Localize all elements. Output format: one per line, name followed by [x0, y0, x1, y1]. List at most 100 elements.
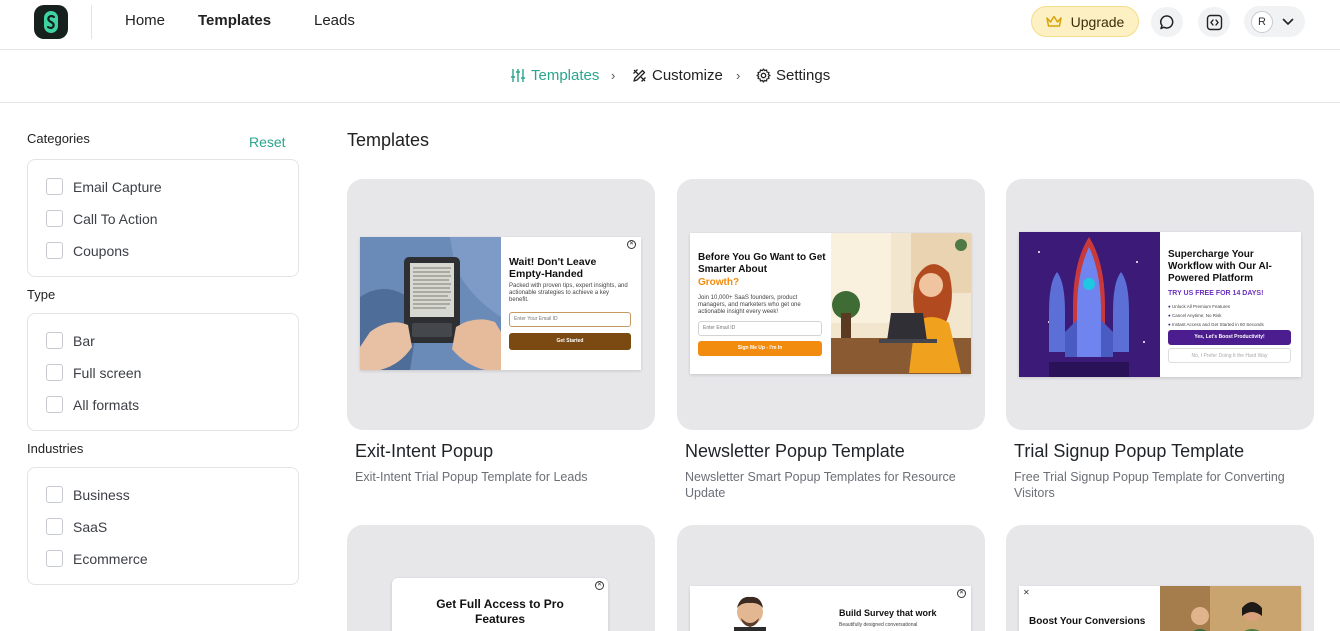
filter-label: Ecommerce	[73, 550, 148, 567]
step-breadcrumb: Templates › Customize › Settings	[0, 50, 1340, 103]
upgrade-button[interactable]: Upgrade	[1031, 6, 1139, 37]
preview-bullet: ● Cancel Anytime, No Risk	[1168, 313, 1222, 318]
checkbox[interactable]	[46, 518, 63, 535]
checkbox[interactable]	[46, 396, 63, 413]
chat-bubble-icon	[1159, 14, 1173, 29]
template-card[interactable]: Before You Go Want to Get Smarter About …	[677, 179, 985, 509]
template-preview[interactable]: ✕ Build Survey that work Beautifully des…	[677, 525, 985, 631]
reset-filters-link[interactable]: Reset	[249, 134, 286, 150]
template-card[interactable]: ✕ Get Full Access to Pro Features	[347, 525, 655, 631]
preview-heading: Boost Your Conversions	[1029, 616, 1146, 627]
template-card[interactable]: ✕ Boost Your Conversions	[1006, 525, 1314, 631]
filter-saas[interactable]: SaaS	[46, 518, 107, 535]
close-icon: ✕	[957, 589, 966, 598]
nav-divider	[91, 5, 92, 39]
checkbox[interactable]	[46, 210, 63, 227]
template-description: Newsletter Smart Popup Templates for Res…	[685, 470, 956, 500]
embed-code-button[interactable]	[1198, 7, 1230, 37]
close-icon: ✕	[595, 581, 604, 590]
exit-popup-preview: ✕ Wait! Don't Leave Empty-Handed Packed …	[360, 237, 641, 370]
preview-decline-button: No, I Prefer Doing It the Hard Way	[1168, 348, 1291, 363]
filter-label: Bar	[73, 332, 95, 349]
preview-heading: Supercharge Your Workflow with Our AI-Po…	[1168, 249, 1272, 284]
survey-popup-preview: ✕ Build Survey that work Beautifully des…	[690, 586, 971, 631]
logo-icon	[44, 11, 58, 33]
chevron-right-icon: ›	[611, 68, 616, 83]
step-customize[interactable]: Customize	[632, 67, 723, 84]
template-card[interactable]: Supercharge Your Workflow with Our AI-Po…	[1006, 179, 1314, 509]
preview-heading: Before You Go Want to Get Smarter About	[698, 252, 826, 275]
categories-heading: Categories	[27, 131, 90, 146]
template-preview[interactable]: Supercharge Your Workflow with Our AI-Po…	[1006, 179, 1314, 430]
filter-coupons[interactable]: Coupons	[46, 242, 129, 259]
checkbox[interactable]	[46, 486, 63, 503]
preview-bullets: ● Unlock All Premium Features ● Cancel A…	[1168, 302, 1296, 329]
preview-highlight: Growth?	[698, 277, 740, 288]
template-description: Exit-Intent Trial Popup Template for Lea…	[355, 470, 588, 484]
checkbox[interactable]	[46, 178, 63, 195]
template-card[interactable]: ✕ Wait! Don't Leave Empty-Handed Packed …	[347, 179, 655, 509]
type-filter-box: Bar Full screen All formats	[27, 313, 299, 431]
preview-bullet: ● Instant Access and Get Started in 60 S…	[1168, 322, 1264, 327]
top-navbar: Home Templates Leads Upgrade R	[0, 0, 1340, 50]
step-settings[interactable]: Settings	[756, 67, 830, 84]
upgrade-label: Upgrade	[1070, 13, 1125, 30]
industries-filter-box: Business SaaS Ecommerce	[27, 467, 299, 585]
template-description: Free Trial Signup Popup Template for Con…	[1014, 470, 1285, 500]
step-customize-label: Customize	[652, 67, 723, 84]
crown-icon	[1045, 15, 1062, 27]
checkbox[interactable]	[46, 332, 63, 349]
template-title[interactable]: Trial Signup Popup Template	[1014, 441, 1244, 462]
checkbox[interactable]	[46, 364, 63, 381]
chevron-right-icon: ›	[736, 68, 741, 83]
template-card[interactable]: ✕ Build Survey that work Beautifully des…	[677, 525, 985, 631]
ereader-hands-image	[360, 237, 501, 370]
close-icon: ✕	[1023, 588, 1030, 597]
avatar: R	[1251, 10, 1273, 33]
code-icon	[1206, 14, 1222, 30]
filter-all-formats[interactable]: All formats	[46, 396, 139, 413]
filter-bar[interactable]: Bar	[46, 332, 95, 349]
preview-signup-button: Sign Me Up - I'm In	[698, 341, 822, 356]
preview-text: Packed with proven tips, expert insights…	[509, 283, 628, 303]
step-templates-label: Templates	[531, 67, 600, 84]
template-preview[interactable]: ✕ Boost Your Conversions	[1006, 525, 1314, 631]
nav-home[interactable]: Home	[125, 12, 165, 29]
template-title[interactable]: Newsletter Popup Template	[685, 441, 905, 462]
template-preview[interactable]: ✕ Wait! Don't Leave Empty-Handed Packed …	[347, 179, 655, 430]
conversions-popup-preview: ✕ Boost Your Conversions	[1019, 586, 1301, 631]
template-title[interactable]: Exit-Intent Popup	[355, 441, 493, 462]
filter-email-capture[interactable]: Email Capture	[46, 178, 162, 195]
preview-boost-button: Yes, Let's Boost Productivity!	[1168, 330, 1291, 345]
preview-text: Join 10,000+ SaaS founders, product mana…	[698, 295, 801, 315]
app-logo[interactable]	[34, 5, 68, 39]
preview-heading: Get Full Access to Pro Features	[436, 597, 564, 626]
filter-full-screen[interactable]: Full screen	[46, 364, 141, 381]
checkbox[interactable]	[46, 550, 63, 567]
filter-label: SaaS	[73, 518, 108, 535]
filter-label: Business	[73, 486, 130, 503]
filter-ecommerce[interactable]: Ecommerce	[46, 550, 148, 567]
pencil-ruler-icon	[633, 69, 646, 82]
pro-features-popup-preview: ✕ Get Full Access to Pro Features	[392, 578, 608, 631]
nav-templates[interactable]: Templates	[198, 12, 271, 29]
page-title: Templates	[347, 130, 430, 150]
template-preview[interactable]: ✕ Get Full Access to Pro Features	[347, 525, 655, 631]
step-templates[interactable]: Templates	[510, 67, 599, 84]
template-preview[interactable]: Before You Go Want to Get Smarter About …	[677, 179, 985, 430]
filter-business[interactable]: Business	[46, 486, 130, 503]
checkbox[interactable]	[46, 242, 63, 259]
filter-label: Coupons	[73, 242, 130, 259]
trial-popup-preview: Supercharge Your Workflow with Our AI-Po…	[1019, 232, 1301, 377]
categories-filter-box: Email Capture Call To Action Coupons	[27, 159, 299, 277]
filter-label: All formats	[73, 396, 140, 413]
chat-button[interactable]	[1151, 7, 1183, 37]
preview-heading: Build Survey that work	[839, 608, 937, 618]
nav-leads[interactable]: Leads	[314, 12, 355, 29]
gear-icon	[756, 68, 771, 83]
newsletter-popup-preview: Before You Go Want to Get Smarter About …	[690, 233, 971, 374]
filter-call-to-action[interactable]: Call To Action	[46, 210, 158, 227]
user-menu-button[interactable]: R	[1244, 6, 1305, 37]
step-settings-label: Settings	[776, 67, 831, 84]
preview-subheading: TRY US FREE FOR 14 DAYS!	[1168, 290, 1264, 297]
